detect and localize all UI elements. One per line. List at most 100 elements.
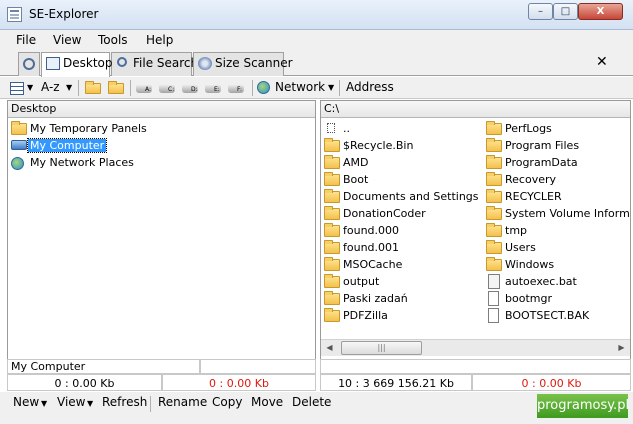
new-dropdown-icon[interactable]: ▼ <box>41 399 47 408</box>
network-button[interactable]: Network <box>275 80 325 94</box>
scroll-right-icon[interactable]: ▶ <box>613 340 630 357</box>
file-list-item-label: found.001 <box>343 241 400 254</box>
file-list-item[interactable]: autoexec.bat <box>486 274 577 290</box>
window-title: SE-Explorer <box>29 7 99 21</box>
file-list-item[interactable]: RECYCLER <box>486 189 562 205</box>
menu-file[interactable]: File <box>16 33 36 47</box>
file-list-item[interactable]: DonationCoder <box>324 206 426 222</box>
file-list-item[interactable]: .. <box>324 121 350 137</box>
left-total-count: 0 : 0.00 Kb <box>7 374 162 391</box>
right-selected-count: 0 : 0.00 Kb <box>472 374 631 391</box>
list-item[interactable]: My Network Places <box>11 155 134 171</box>
file-list-item-label: autoexec.bat <box>505 275 577 288</box>
folder-icon <box>324 223 340 237</box>
file-list-item-label: AMD <box>343 156 369 169</box>
network-dropdown-icon[interactable]: ▼ <box>328 83 334 92</box>
address-button[interactable]: Address <box>346 80 394 94</box>
file-list-item-label: output <box>343 275 380 288</box>
view-mode-dropdown-icon[interactable]: ▼ <box>27 83 33 92</box>
folder-icon <box>324 308 340 322</box>
file-list-item[interactable]: found.000 <box>324 223 399 239</box>
title-bar: SE-Explorer – □ X <box>0 0 633 30</box>
folder-icon <box>324 274 340 288</box>
batch-file-icon <box>488 274 500 289</box>
move-button[interactable]: Move <box>251 395 283 409</box>
scroll-thumb[interactable]: ||| <box>341 341 422 355</box>
copy-button[interactable]: Copy <box>212 395 242 409</box>
file-list-item[interactable]: MSOCache <box>324 257 402 273</box>
command-separator <box>150 396 151 412</box>
file-list-item[interactable]: found.001 <box>324 240 399 256</box>
minimize-button[interactable]: – <box>528 3 553 20</box>
left-panel-header: Desktop <box>8 101 315 118</box>
folder-up-icon[interactable] <box>85 81 101 94</box>
folder-icon <box>11 121 27 135</box>
network-icon <box>11 157 24 170</box>
maximize-button[interactable]: □ <box>553 3 578 20</box>
file-list-item[interactable]: Paski zadań <box>324 291 408 307</box>
file-list-item[interactable]: Windows <box>486 257 554 273</box>
item-label: My Computer <box>26 138 108 153</box>
tab-size-scanner[interactable]: Size Scanner <box>193 52 293 76</box>
file-list-item[interactable]: BOOTSECT.BAK <box>486 308 589 324</box>
file-list-item[interactable]: AMD <box>324 155 369 171</box>
tab-file-search-label: File Search <box>133 56 199 70</box>
file-list-item[interactable]: Program Files <box>486 138 579 154</box>
tab-file-search[interactable]: File Search <box>111 52 198 76</box>
sort-button[interactable]: A-z <box>41 80 60 94</box>
file-list-item-label: $Recycle.Bin <box>343 139 414 152</box>
folder-icon <box>324 257 340 271</box>
file-list-item[interactable]: PerfLogs <box>486 121 552 137</box>
file-list-item[interactable]: ProgramData <box>486 155 578 171</box>
tab-strip: Desktop File Search Size Scanner <box>0 50 633 77</box>
list-item-selected[interactable]: My Computer <box>11 138 108 154</box>
folder-icon <box>486 189 502 203</box>
watermark-logo: programosy.pl <box>537 394 629 418</box>
file-list-item[interactable]: Users <box>486 240 536 256</box>
folder-icon <box>324 291 340 305</box>
scroll-left-icon[interactable]: ◀ <box>321 340 338 357</box>
file-list-item[interactable]: $Recycle.Bin <box>324 138 413 154</box>
folder-icon <box>486 172 502 186</box>
file-list-item[interactable]: System Volume Informa <box>486 206 631 222</box>
toolbar-separator <box>130 80 131 96</box>
horizontal-scrollbar[interactable]: ◀ ||| ▶ <box>321 339 630 356</box>
file-list-item[interactable]: Recovery <box>486 172 556 188</box>
rename-button[interactable]: Rename <box>158 395 207 409</box>
menu-view[interactable]: View <box>53 33 81 47</box>
close-window-button[interactable]: X <box>578 3 623 20</box>
view-dropdown-icon[interactable]: ▼ <box>87 399 93 408</box>
file-list-item[interactable]: Boot <box>324 172 368 188</box>
right-panel: C:\ .. $Recycle.Bin AMD Boot Documents and S… <box>320 100 631 374</box>
drive-f-label: F: <box>237 86 243 93</box>
right-status-text <box>320 359 631 374</box>
parent-dir-icon <box>327 123 335 133</box>
folder-back-icon[interactable] <box>108 81 124 94</box>
folder-icon <box>486 257 502 271</box>
folder-icon <box>324 155 340 169</box>
list-item[interactable]: My Temporary Panels <box>11 121 147 137</box>
folder-icon <box>324 206 340 220</box>
file-list-item-label: .. <box>343 122 350 135</box>
delete-button[interactable]: Delete <box>292 395 331 409</box>
file-list-item[interactable]: PDFZilla <box>324 308 388 324</box>
sort-dropdown-icon[interactable]: ▼ <box>66 83 72 92</box>
new-button[interactable]: New <box>13 395 39 409</box>
file-list-item-label: BOOTSECT.BAK <box>505 309 590 322</box>
refresh-button[interactable]: Refresh <box>102 395 147 409</box>
tab-desktop[interactable]: Desktop <box>41 52 113 77</box>
view-button[interactable]: View <box>57 395 85 409</box>
file-list-item[interactable]: output <box>324 274 379 290</box>
view-mode-icon[interactable] <box>10 82 24 95</box>
file-list-item-label: System Volume Informa <box>505 207 631 220</box>
menu-tools[interactable]: Tools <box>98 33 128 47</box>
file-list-item[interactable]: bootmgr <box>486 291 552 307</box>
left-selected-count: 0 : 0.00 Kb <box>162 374 316 391</box>
file-list-item[interactable]: Documents and Settings <box>324 189 479 205</box>
file-list-item-label: MSOCache <box>343 258 403 271</box>
tab-settings[interactable] <box>18 52 40 76</box>
file-list-item-label: found.000 <box>343 224 400 237</box>
menu-help[interactable]: Help <box>146 33 173 47</box>
file-list-item[interactable]: tmp <box>486 223 527 239</box>
close-tab-icon[interactable]: ✕ <box>596 54 608 70</box>
